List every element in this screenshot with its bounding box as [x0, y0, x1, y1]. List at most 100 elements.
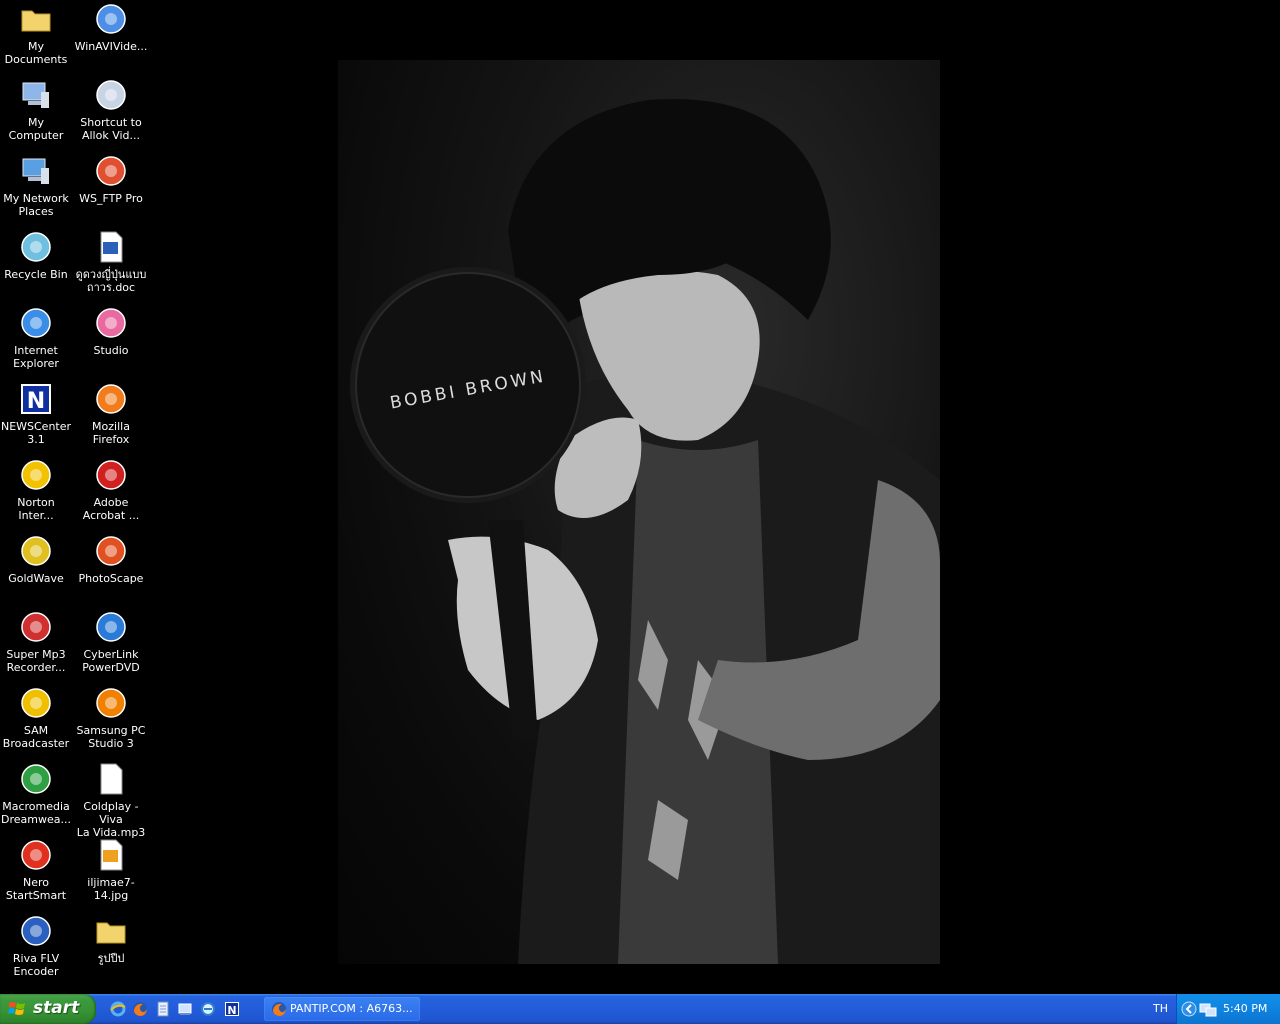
internet-explorer-icon — [19, 306, 53, 340]
desktop-icon-label: Studio — [93, 344, 129, 357]
desktop-icon-label: My Documents — [4, 40, 68, 66]
photoscape-icon — [94, 534, 128, 568]
taskbar: start N PANTIP.COM : A6763... TH 5:40 PM — [0, 994, 1280, 1024]
newscenter-icon[interactable]: N — [224, 1001, 240, 1017]
desktop-icon[interactable]: CyberLink PowerDVD — [73, 610, 149, 684]
desktop-icon[interactable]: My Network Places — [0, 154, 74, 228]
desktop-icon-label: CyberLink PowerDVD — [82, 648, 140, 674]
network-connection-icon[interactable] — [1199, 1000, 1217, 1018]
desktop-icon[interactable]: ดูดวงญี่ปุ่นแบบ ถาวร.doc — [73, 230, 149, 304]
desktop-icon-label: รูปปีป — [97, 952, 125, 965]
ws-ftp-icon — [94, 154, 128, 188]
desktop-icon-label: Norton Inter... — [17, 496, 55, 522]
word-document-icon — [94, 230, 128, 264]
task-button-pantip[interactable]: PANTIP.COM : A6763... — [264, 997, 420, 1021]
jpg-file-icon — [94, 838, 128, 872]
desktop-icon-label: WS_FTP Pro — [79, 192, 143, 205]
norton-icon — [19, 458, 53, 492]
desktop[interactable]: BOBBI BROWN My Documents WinAVIVide... My … — [0, 0, 1280, 994]
windows-logo-icon — [8, 1002, 25, 1015]
desktop-icon[interactable]: Samsung PC Studio 3 — [73, 686, 149, 760]
desktop-icon[interactable]: Macromedia Dreamwea... — [0, 762, 74, 836]
desktop-icon-label: Riva FLV Encoder — [12, 952, 60, 978]
powerdvd-icon — [94, 610, 128, 644]
desktop-icon[interactable]: GoldWave — [0, 534, 74, 608]
firefox-icon — [94, 382, 128, 416]
desktop-icon[interactable]: Nero StartSmart — [0, 838, 74, 912]
desktop-icon[interactable]: รูปปีป — [73, 914, 149, 988]
desktop-icon[interactable]: Shortcut to Allok Vid... — [73, 78, 149, 152]
my-computer-icon — [19, 78, 53, 112]
firefox-icon[interactable] — [132, 1001, 148, 1017]
desktop-icon-label: Internet Explorer — [13, 344, 59, 370]
desktop-icon[interactable]: Riva FLV Encoder — [0, 914, 74, 988]
svg-text:N: N — [27, 389, 45, 414]
desktop-icon-label: Super Mp3 Recorder... — [6, 648, 66, 674]
desktop-icon-label: Recycle Bin — [4, 268, 68, 281]
desktop-icon-label: PhotoScape — [78, 572, 144, 585]
my-documents-icon — [19, 2, 53, 36]
desktop-icon-label: My Network Places — [3, 192, 69, 218]
adobe-acrobat-icon — [94, 458, 128, 492]
desktop-icon-label: Mozilla Firefox — [92, 420, 130, 446]
desktop-icon[interactable]: N NEWSCenter 3.1 — [0, 382, 74, 456]
allok-video-icon — [94, 78, 128, 112]
goldwave-icon — [19, 534, 53, 568]
system-tray: 5:40 PM — [1176, 994, 1280, 1024]
desktop-icon[interactable]: Adobe Acrobat ... — [73, 458, 149, 532]
desktop-icon[interactable]: My Documents — [0, 2, 74, 76]
desktop-icon-label: Adobe Acrobat ... — [82, 496, 140, 522]
desktop-icon[interactable]: Studio — [73, 306, 149, 380]
desktop-icon-label: Macromedia Dreamwea... — [1, 800, 71, 826]
wallpaper-photo: BOBBI BROWN — [338, 60, 940, 964]
ie-icon[interactable] — [200, 1001, 216, 1017]
desktop-icon[interactable]: SAM Broadcaster — [0, 686, 74, 760]
folder-icon — [94, 914, 128, 948]
desktop-icon[interactable]: WS_FTP Pro — [73, 154, 149, 228]
desktop-icon[interactable]: Coldplay - Viva La Vida.mp3 — [73, 762, 149, 839]
desktop-icon-label: iljimae7-14.jpg — [87, 876, 135, 902]
newscenter-icon: N — [19, 382, 53, 416]
desktop-icon-label: ดูดวงญี่ปุ่นแบบ ถาวร.doc — [75, 268, 147, 294]
desktop-icon-label: Samsung PC Studio 3 — [76, 724, 146, 750]
desktop-icon-label: NEWSCenter 3.1 — [0, 420, 72, 446]
desktop-icon-label: GoldWave — [8, 572, 64, 585]
nero-icon — [19, 838, 53, 872]
desktop-icon[interactable]: PhotoScape — [73, 534, 149, 608]
desktop-icon[interactable]: Recycle Bin — [0, 230, 74, 304]
svg-text:N: N — [227, 1004, 236, 1017]
winavi-icon — [94, 2, 128, 36]
language-indicator[interactable]: TH — [1153, 1002, 1168, 1015]
desktop-icon-label: Shortcut to Allok Vid... — [80, 116, 142, 142]
dreamweaver-icon — [19, 762, 53, 796]
desktop-icon-label: My Computer — [8, 116, 64, 142]
wallpaper-illustration: BOBBI BROWN — [350, 99, 940, 964]
firefox-icon — [272, 1002, 286, 1016]
network-places-icon — [19, 154, 53, 188]
super-mp3-icon — [19, 610, 53, 644]
desktop-icon[interactable]: Internet Explorer — [0, 306, 74, 380]
mp3-file-icon — [94, 762, 128, 796]
desktop-icon[interactable]: Norton Inter... — [0, 458, 74, 532]
desktop-icon[interactable]: iljimae7-14.jpg — [73, 838, 149, 912]
clock[interactable]: 5:40 PM — [1223, 1002, 1267, 1015]
show-desktop-icon[interactable] — [177, 1001, 193, 1017]
desktop-icon-label: WinAVIVide... — [74, 40, 148, 53]
desktop-icon[interactable]: My Computer — [0, 78, 74, 152]
desktop-icon[interactable]: Super Mp3 Recorder... — [0, 610, 74, 684]
desktop-icon-label: Nero StartSmart — [5, 876, 67, 902]
internet-explorer-icon[interactable] — [110, 1001, 126, 1017]
desktop-icon-label: Coldplay - Viva La Vida.mp3 — [76, 800, 146, 839]
samsung-pc-studio-icon — [94, 686, 128, 720]
desktop-icon[interactable]: WinAVIVide... — [73, 2, 149, 76]
sam-broadcaster-icon — [19, 686, 53, 720]
studio-icon — [94, 306, 128, 340]
desktop-icon-label: SAM Broadcaster — [2, 724, 70, 750]
riva-flv-icon — [19, 914, 53, 948]
desktop-icon[interactable]: Mozilla Firefox — [73, 382, 149, 456]
start-button[interactable]: start — [0, 994, 96, 1024]
notepad-icon[interactable] — [155, 1001, 171, 1017]
chevron-left-icon[interactable] — [1181, 1001, 1197, 1017]
start-label: start — [33, 998, 80, 1018]
task-button-label: PANTIP.COM : A6763... — [290, 1002, 413, 1015]
